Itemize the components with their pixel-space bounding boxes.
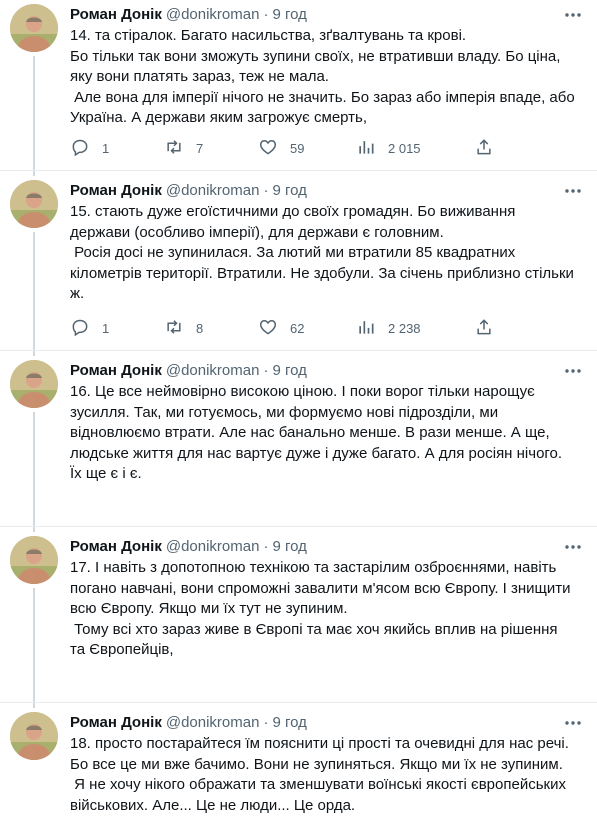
tweet-header: Роман Донік @donikroman · 9 год [70,360,307,382]
tweet-thread: Роман Донік @donikroman · 9 год 14. та стіра… [0,0,597,825]
thread-connector [33,232,35,356]
tweet-text-content: 15. стають дуже егоїстичними до своїх гр… [70,203,574,302]
tweet-text-content: 17. І навіть з допотопною технікою та за… [70,559,571,658]
like-icon [258,137,278,160]
like-icon [258,317,278,340]
tweet-actions: 1 8 62 2 238 [70,316,570,340]
separator-dot: · [263,538,269,555]
reply-icon [70,137,90,160]
tweet-header: Роман Донік @donikroman · 9 год [70,712,307,734]
tweet-actions: 1 7 59 2 015 [70,136,570,160]
tweet-header: Роман Донік @donikroman · 9 год [70,4,307,26]
views-icon [356,137,376,160]
author-handle[interactable]: @donikroman [166,538,260,555]
tweet-divider [0,170,597,171]
tweet[interactable]: Роман Донік @donikroman · 9 год 18. просто п… [0,712,597,825]
retweet-icon [164,317,184,340]
avatar[interactable] [10,360,58,408]
share-icon [474,137,494,160]
tweet-text-content: 14. та стіралок. Багато насильства, зґва… [70,27,575,126]
reply-button[interactable]: 1 [70,136,109,160]
reply-button[interactable]: 1 [70,316,109,340]
more-icon[interactable] [563,538,583,556]
retweet-button[interactable]: 7 [164,136,203,160]
tweet-divider [0,350,597,351]
author-handle[interactable]: @donikroman [166,714,260,731]
tweet-timestamp[interactable]: 9 год [272,362,306,379]
author-name[interactable]: Роман Донік [70,6,162,23]
share-button[interactable] [474,316,494,340]
thread-connector [33,588,35,708]
author-handle[interactable]: @donikroman [166,6,260,23]
more-icon[interactable] [563,6,583,24]
tweet-divider [0,526,597,527]
tweet-timestamp[interactable]: 9 год [272,6,306,23]
author-handle[interactable]: @donikroman [166,362,260,379]
separator-dot: · [263,6,269,23]
avatar[interactable] [10,180,58,228]
thread-connector [33,412,35,532]
tweet-text: 14. та стіралок. Багато насильства, зґва… [70,26,575,129]
avatar[interactable] [10,4,58,52]
views-button[interactable]: 2 015 [356,136,421,160]
author-name[interactable]: Роман Донік [70,182,162,199]
retweets-count: 8 [196,320,204,336]
tweet-timestamp[interactable]: 9 год [272,538,306,555]
share-icon [474,317,494,340]
replies-count: 1 [102,140,110,156]
tweet-header: Роман Донік @donikroman · 9 год [70,180,307,202]
more-icon[interactable] [563,182,583,200]
author-handle[interactable]: @donikroman [166,182,260,199]
tweet-timestamp[interactable]: 9 год [272,714,306,731]
tweet-divider [0,702,597,703]
tweet-text: 17. І навіть з допотопною технікою та за… [70,558,575,661]
replies-count: 1 [102,320,110,336]
tweet-timestamp[interactable]: 9 год [272,182,306,199]
views-icon [356,317,376,340]
more-icon[interactable] [563,714,583,732]
avatar[interactable] [10,536,58,584]
reply-icon [70,317,90,340]
separator-dot: · [263,182,269,199]
like-button[interactable]: 59 [258,136,304,160]
avatar[interactable] [10,712,58,760]
views-button[interactable]: 2 238 [356,316,421,340]
separator-dot: · [263,362,269,379]
tweet-text-content: 18. просто постарайтеся їм пояснити ці п… [70,735,569,814]
likes-count: 59 [290,140,305,156]
retweet-button[interactable]: 8 [164,316,203,340]
tweet-text-content: 16. Це все неймовірно високою ціною. І п… [70,383,567,482]
tweet-text: 18. просто постарайтеся їм пояснити ці п… [70,734,575,816]
share-button[interactable] [474,136,494,160]
author-name[interactable]: Роман Донік [70,362,162,379]
retweets-count: 7 [196,140,204,156]
tweet-header: Роман Донік @donikroman · 9 год [70,536,307,558]
tweet-text: 15. стають дуже егоїстичними до своїх гр… [70,202,575,305]
like-button[interactable]: 62 [258,316,304,340]
likes-count: 62 [290,320,305,336]
separator-dot: · [263,714,269,731]
author-name[interactable]: Роман Донік [70,714,162,731]
views-count: 2 015 [388,140,421,156]
thread-connector [33,56,35,176]
more-icon[interactable] [563,362,583,380]
views-count: 2 238 [388,320,421,336]
author-name[interactable]: Роман Донік [70,538,162,555]
tweet-text: 16. Це все неймовірно високою ціною. І п… [70,382,575,485]
retweet-icon [164,137,184,160]
